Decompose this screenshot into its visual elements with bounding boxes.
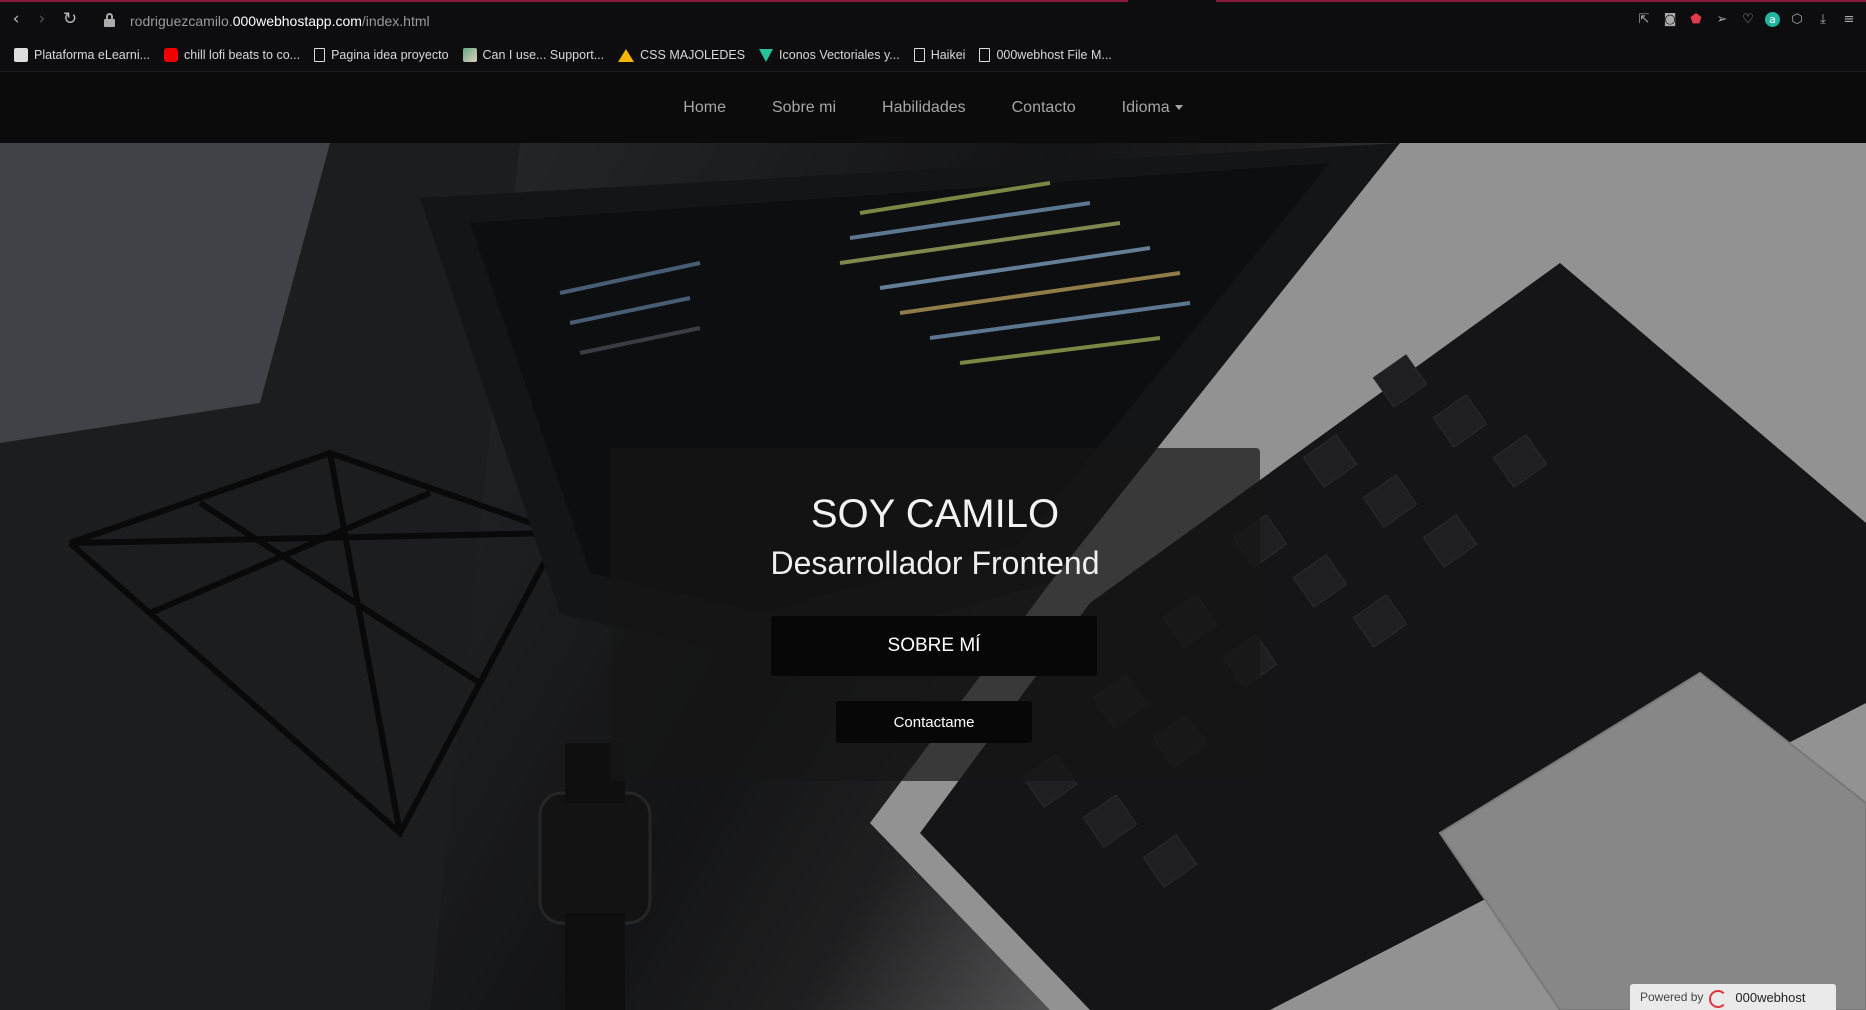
bookmark-label: Haikei <box>930 48 966 62</box>
back-icon[interactable]: ‹ <box>5 8 27 30</box>
bookmark[interactable]: Iconos Vectoriales y... <box>759 48 900 62</box>
site-navbar: Home Sobre mi Habilidades Contacto Idiom… <box>0 72 1866 143</box>
url-prefix: rodriguezcamilo. <box>130 13 233 29</box>
bookmark[interactable]: 000webhost File M... <box>979 48 1112 62</box>
drive-icon <box>618 48 635 62</box>
shield-icon[interactable]: ⬟ <box>1687 10 1705 28</box>
bookmark[interactable]: Haikei <box>913 48 966 62</box>
bookmarks-bar: Plataforma eLearni... chill lofi beats t… <box>0 42 1866 68</box>
hero-title: SOY CAMILO <box>810 492 1060 536</box>
bookmark-label: Can I use... Support... <box>482 48 605 62</box>
nav-sobre-mi[interactable]: Sobre mi <box>772 99 836 117</box>
menu-icon[interactable]: ≡ <box>1840 10 1858 28</box>
website: Home Sobre mi Habilidades Contacto Idiom… <box>0 72 1866 1010</box>
nav-contacto[interactable]: Contacto <box>1012 99 1076 117</box>
cube-icon[interactable]: ⬡ <box>1788 10 1806 28</box>
bookmark-label: CSS MAJOLEDES <box>640 48 746 62</box>
nav-home[interactable]: Home <box>683 99 726 117</box>
nav-idioma-dropdown[interactable]: Idioma <box>1122 99 1183 117</box>
browser-chrome: ‹ › ↻ rodriguezcamilo. 000webhostapp.com /… <box>0 0 1866 72</box>
bookmark-label: Plataforma eLearni... <box>34 48 151 62</box>
url-field[interactable]: rodriguezcamilo. 000webhostapp.com/index.… <box>130 11 430 31</box>
powered-by-label: Powered by <box>1640 990 1704 1004</box>
bookmark[interactable]: CSS MAJOLEDES <box>618 48 745 62</box>
extension-toolbar: ⇱ ◙ ⬟ ➢ ♡ a ⬡ ⤓ ≡ <box>1635 10 1858 28</box>
bookmark[interactable]: chill lofi beats to co... <box>164 48 300 62</box>
platform-icon <box>14 48 28 62</box>
file-icon <box>314 48 326 62</box>
bookmark-label: Pagina idea proyecto <box>331 48 449 62</box>
bookmark-label: chill lofi beats to co... <box>184 48 301 62</box>
file-icon <box>913 48 925 62</box>
powered-by-brand: 000webhost <box>1735 989 1806 1005</box>
contactame-button[interactable]: Contactame <box>836 701 1032 743</box>
heart-icon[interactable]: ♡ <box>1739 10 1757 28</box>
share-icon[interactable]: ⇱ <box>1635 10 1653 28</box>
download-icon[interactable]: ⤓ <box>1814 10 1832 28</box>
youtube-icon <box>164 48 179 62</box>
000webhost-logo-icon <box>1709 990 1729 1008</box>
file-icon <box>979 48 991 62</box>
send-icon[interactable]: ➢ <box>1713 10 1731 28</box>
bookmark[interactable]: Can I use... Support... <box>462 48 605 62</box>
extension-a-icon[interactable]: a <box>1765 11 1780 27</box>
address-bar-row: ‹ › ↻ rodriguezcamilo. 000webhostapp.com /… <box>0 0 1866 40</box>
reload-icon[interactable]: ↻ <box>59 8 81 30</box>
image-icon <box>462 48 477 62</box>
nav-idioma-label: Idioma <box>1121 98 1170 116</box>
hero-section: SOY CAMILO Desarrollador Frontend SOBRE … <box>0 143 1866 1010</box>
forward-icon[interactable]: › <box>31 8 53 30</box>
camera-icon[interactable]: ◙ <box>1661 10 1679 28</box>
hero-card: SOY CAMILO Desarrollador Frontend SOBRE … <box>610 448 1260 781</box>
bookmark-label: Iconos Vectoriales y... <box>779 48 900 62</box>
url-path: /index.html <box>361 13 430 29</box>
lock-icon <box>104 13 115 27</box>
hero-subtitle: Desarrollador Frontend <box>770 545 1100 581</box>
powered-by-badge[interactable]: Powered by 000webhost <box>1630 984 1836 1010</box>
bookmark[interactable]: Pagina idea proyecto <box>314 48 449 62</box>
vector-icon <box>759 48 774 62</box>
caret-down-icon <box>1174 105 1183 110</box>
sobre-mi-button[interactable]: SOBRE MÍ <box>771 616 1097 676</box>
bookmark[interactable]: Plataforma eLearni... <box>14 48 150 62</box>
bookmark-label: 000webhost File M... <box>996 48 1112 62</box>
nav-habilidades[interactable]: Habilidades <box>882 99 966 117</box>
url-host: 000webhostapp.com <box>232 13 362 29</box>
